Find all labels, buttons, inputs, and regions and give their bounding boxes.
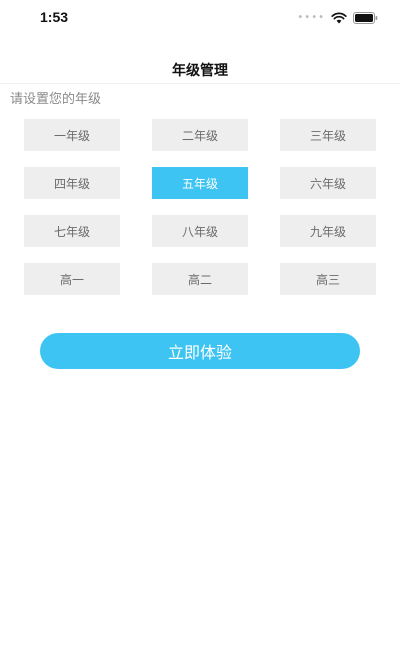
status-icons: •••• (297, 12, 378, 24)
grade-hint: 请设置您的年级 (10, 92, 102, 107)
grade-option-12[interactable]: 高三 (280, 263, 376, 295)
grade-option-1[interactable]: 一年级 (24, 119, 120, 151)
signal-dots-icon: •••• (297, 12, 325, 23)
grade-grid: 一年级 二年级 三年级 四年级 五年级 六年级 七年级 八年级 九年级 高一 高… (24, 119, 376, 295)
grade-option-5[interactable]: 五年级 (152, 167, 248, 199)
battery-icon (353, 12, 378, 24)
start-button[interactable]: 立即体验 (40, 333, 360, 369)
grade-option-2[interactable]: 二年级 (152, 119, 248, 151)
grade-option-10[interactable]: 高一 (24, 263, 120, 295)
page-title: 年级管理 (172, 63, 228, 79)
status-time: 1:53 (40, 9, 69, 25)
grade-option-11[interactable]: 高二 (152, 263, 248, 295)
grade-option-9[interactable]: 九年级 (280, 215, 376, 247)
grade-option-6[interactable]: 六年级 (280, 167, 376, 199)
status-bar: 1:53 •••• (0, 0, 400, 40)
grade-option-7[interactable]: 七年级 (24, 215, 120, 247)
nav-bar: 年级管理 (0, 52, 400, 84)
grade-option-4[interactable]: 四年级 (24, 167, 120, 199)
wifi-icon (331, 12, 347, 24)
grade-option-3[interactable]: 三年级 (280, 119, 376, 151)
grade-option-8[interactable]: 八年级 (152, 215, 248, 247)
